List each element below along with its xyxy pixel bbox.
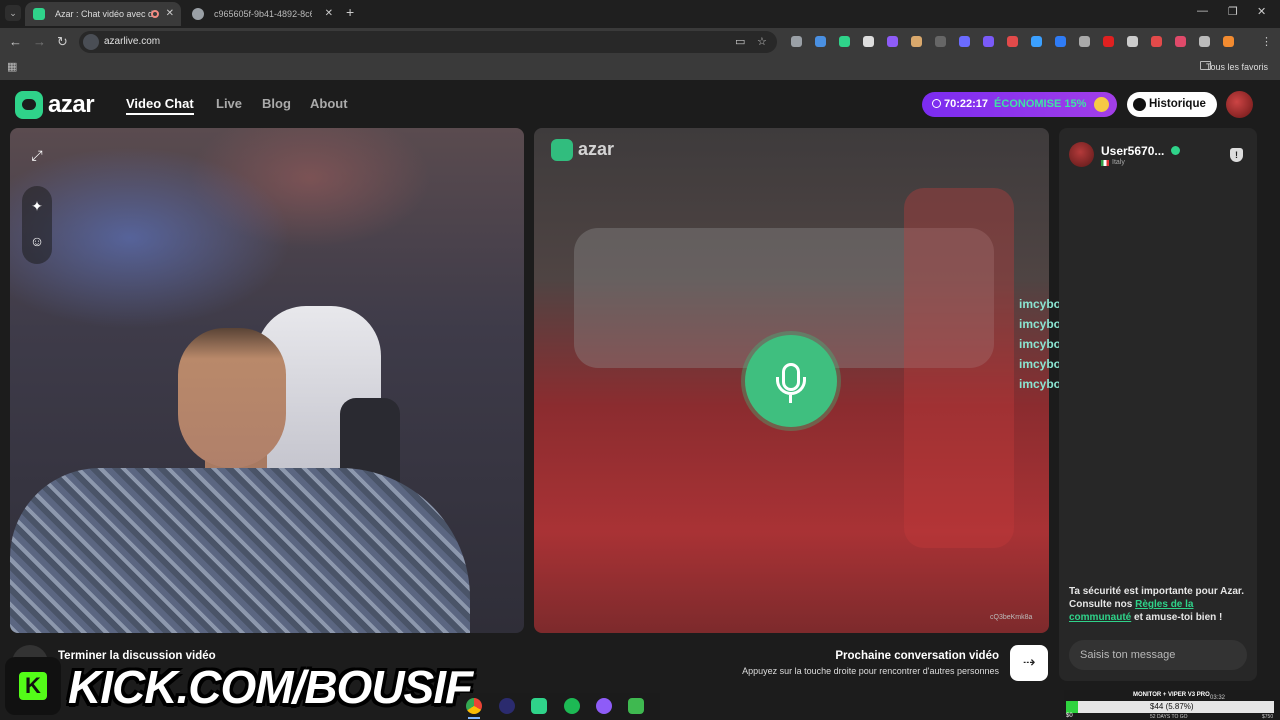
history-clock-icon [1133,98,1146,111]
extension-icon[interactable] [1079,36,1090,47]
extension-icon[interactable] [1151,36,1162,47]
promo-badge[interactable]: 70:22:17 ÉCONOMISE 15% [922,92,1117,117]
new-tab-button[interactable]: + [346,4,354,20]
active-app-indicator [468,717,480,719]
app-taskbar-icon[interactable] [596,698,612,714]
extension-icon[interactable] [863,36,874,47]
bookmarks-bar [0,56,1280,80]
partner-id: cQ3beKmk8a [990,614,1033,621]
goal-label: MONITOR + VIPER V3 PRO [1133,692,1210,698]
site-info-icon[interactable] [83,34,99,50]
extension-icon[interactable] [1223,36,1234,47]
profile-avatar[interactable] [1226,91,1253,118]
italy-flag-icon [1101,160,1109,166]
extension-icon[interactable] [983,36,994,47]
extension-icon[interactable] [887,36,898,47]
person-shirt-shape [10,468,470,633]
azar-favicon-icon [33,8,45,20]
reload-icon[interactable]: ↻ [57,34,68,50]
extension-icon[interactable] [839,36,850,47]
nav-live[interactable]: Live [216,96,242,111]
nav-video-chat[interactable]: Video Chat [126,96,194,115]
kick-channel-text: KICK.COM/BOUSIF [68,661,473,713]
azar-logo-icon[interactable] [15,91,43,119]
microphone-arc [776,377,806,395]
history-button[interactable]: Historique [1127,92,1217,117]
nav-about[interactable]: About [310,96,348,111]
obs-taskbar-icon[interactable] [499,698,515,714]
goal-max: $750 [1262,714,1274,720]
emoji-icon[interactable]: ☺ [24,228,50,254]
blur-shape [904,188,1014,548]
history-label: Historique [1149,98,1206,110]
extension-icon[interactable] [1055,36,1066,47]
extension-icon[interactable] [935,36,946,47]
close-tab-icon[interactable]: ✕ [325,2,333,26]
self-camera-feed [10,128,524,633]
extension-icon[interactable] [815,36,826,47]
recording-icon [151,10,159,18]
tab-azar[interactable]: Azar : Chat vidéo avec de n ✕ [25,2,181,26]
extension-icon[interactable] [1127,36,1138,47]
partner-azar-logo-text: azar [578,139,615,159]
report-shield-icon[interactable]: ! [1230,148,1243,162]
person-head-shape [178,328,286,468]
apps-grid-icon[interactable]: ▦ [7,60,17,73]
microphone-button[interactable] [745,335,837,427]
restore-icon[interactable]: ❐ [1228,5,1238,18]
partner-username[interactable]: User5670... [1101,144,1164,158]
omnibox[interactable] [79,31,777,53]
sparkle-icon[interactable]: ✦ [24,193,50,219]
kick-taskbar-icon[interactable] [531,698,547,714]
partner-country: Italy [1112,159,1125,166]
verified-icon [1171,146,1180,155]
promo-text: ÉCONOMISE 15% [994,98,1087,110]
forward-icon[interactable]: → [33,34,46,49]
extension-icon[interactable] [1007,36,1018,47]
goal-value: $44 (5.87%) [1150,702,1194,711]
next-conversation-button[interactable]: ⇢ [1010,645,1048,681]
back-icon[interactable]: ← [9,34,22,49]
clock-icon [932,99,941,108]
extension-icon[interactable] [1199,36,1210,47]
globe-icon [192,8,204,20]
bookmark-star-icon[interactable]: ☆ [757,35,767,48]
safety-notice: Ta sécurité est importante pour Azar. Co… [1069,586,1245,623]
extension-icon[interactable] [1031,36,1042,47]
close-tab-icon[interactable]: ✕ [166,2,174,26]
partner-avatar[interactable] [1069,142,1094,167]
microphone-stem [789,395,792,403]
promo-timer: 70:22:17 [944,98,989,110]
kick-logo-icon: K [19,672,47,700]
extension-icon[interactable] [1103,36,1114,47]
tab-search-icon[interactable]: ⌄ [5,5,21,21]
minimize-icon[interactable]: — [1197,5,1208,17]
extension-icon[interactable] [1175,36,1186,47]
azar-logo-text[interactable]: azar [48,91,95,119]
chrome-taskbar-icon[interactable] [466,698,482,714]
goal-progress-fill [1066,701,1078,713]
tab-title: c965605f-9b41-4892-8c64-cbl [214,9,312,19]
extension-icon[interactable] [959,36,970,47]
url-text[interactable]: azarlive.com [104,36,160,47]
tab-title: Azar : Chat vidéo avec de n [55,9,153,19]
coins-icon [1094,97,1109,112]
partner-azar-logo-icon [551,139,573,161]
more-menu-icon[interactable]: ⋮ [1261,35,1272,48]
message-input[interactable] [1069,640,1247,670]
streamer-taskbar-icon[interactable] [628,698,644,714]
nav-blog[interactable]: Blog [262,96,291,111]
next-conversation-title: Prochaine conversation vidéo [835,650,999,662]
all-bookmarks-link[interactable]: Tous les favoris [1206,62,1268,72]
extension-icon[interactable] [911,36,922,47]
next-conversation-hint: Appuyez sur la touche droite pour rencon… [742,666,999,676]
tab-second[interactable]: c965605f-9b41-4892-8c64-cbl ✕ [184,2,340,26]
close-window-icon[interactable]: ✕ [1257,5,1266,18]
goal-days-left: 52 DAYS TO GO [1150,714,1188,720]
cast-icon[interactable]: ▭ [735,35,745,48]
extension-icon[interactable] [791,36,802,47]
expand-icon[interactable]: ⤢ [24,142,50,168]
spotify-taskbar-icon[interactable] [564,698,580,714]
goal-min: $0 [1066,713,1073,719]
